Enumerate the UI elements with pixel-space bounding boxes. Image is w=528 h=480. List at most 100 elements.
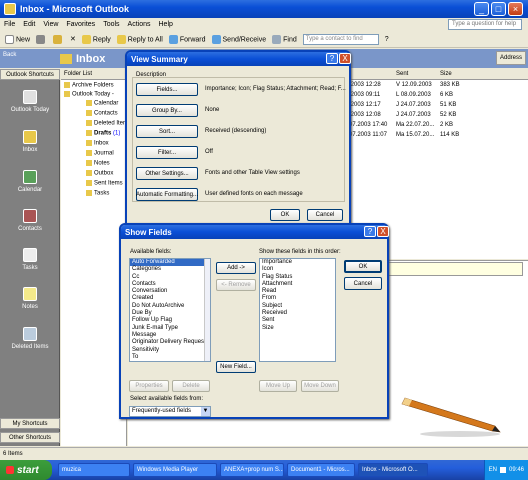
show-fields-help-button[interactable]: ?: [364, 226, 376, 237]
list-item[interactable]: Created: [130, 295, 210, 302]
show-fields-cancel-button[interactable]: Cancel: [344, 277, 382, 290]
view-summary-help-button[interactable]: ?: [326, 53, 338, 64]
table-row[interactable]: .2003 09:11 L 08.09.2003 6 KB: [349, 92, 528, 102]
start-button[interactable]: start: [0, 460, 52, 480]
folder-inbox[interactable]: Inbox: [86, 140, 109, 147]
move-down-button[interactable]: Move Down: [301, 380, 339, 392]
show-fields-close-button[interactable]: X: [377, 226, 389, 237]
other-settings-button[interactable]: Other Settings...: [136, 167, 198, 180]
automatic-formatting-button[interactable]: Automatic Formatting...: [136, 188, 198, 201]
add-button[interactable]: Add ->: [216, 262, 256, 274]
available-fields-scrollbar[interactable]: [204, 259, 210, 361]
folder-sent-items[interactable]: Sent Items: [86, 180, 123, 187]
menu-view[interactable]: View: [43, 21, 58, 28]
taskbar-item-media-player[interactable]: Windows Media Player: [133, 463, 217, 477]
window-title-bar[interactable]: Inbox - Microsoft Outlook: [0, 0, 528, 18]
delete-button[interactable]: ✕: [70, 35, 76, 43]
maximize-button[interactable]: □: [491, 2, 506, 16]
forward-button[interactable]: Forward: [168, 34, 206, 44]
shortcut-calendar[interactable]: Calendar: [0, 170, 60, 193]
move-up-button[interactable]: Move Up: [259, 380, 297, 392]
shortcut-outlook-today[interactable]: Outlook Today: [0, 90, 60, 113]
list-item[interactable]: Size: [260, 325, 335, 332]
column-size[interactable]: Size: [440, 71, 452, 77]
folder-journal[interactable]: Journal: [86, 150, 114, 157]
menu-tools[interactable]: Tools: [103, 21, 119, 28]
list-item[interactable]: Message: [130, 332, 210, 339]
list-item[interactable]: Read: [260, 288, 335, 295]
tray-icon[interactable]: [499, 467, 506, 473]
shortcut-tasks[interactable]: Tasks: [0, 248, 60, 271]
table-row[interactable]: 07.2003 17:40 Ma 22.07.20... 2 KB: [349, 122, 528, 132]
list-item[interactable]: Due By: [130, 310, 210, 317]
list-item[interactable]: Importance: [260, 259, 335, 266]
help-button[interactable]: ?: [385, 36, 389, 43]
sort-button[interactable]: Sort...: [136, 125, 198, 138]
taskbar-item-muzica[interactable]: muzica: [58, 463, 130, 477]
list-item[interactable]: Icon: [260, 266, 335, 273]
shortcut-deleted-items[interactable]: Deleted Items: [0, 327, 60, 350]
reply-all-button[interactable]: Reply to All: [116, 34, 163, 44]
minimize-button[interactable]: _: [474, 2, 489, 16]
menu-file[interactable]: File: [4, 21, 15, 28]
folder-contacts[interactable]: Contacts: [86, 110, 118, 117]
list-item[interactable]: Originator Delivery Requeste: [130, 339, 210, 346]
list-item[interactable]: Sensitivity: [130, 347, 210, 354]
send-receive-button[interactable]: Send/Receive: [211, 34, 266, 44]
print-button[interactable]: [36, 34, 47, 44]
view-summary-cancel-button[interactable]: Cancel: [307, 209, 343, 221]
list-item[interactable]: Attachment: [260, 281, 335, 288]
list-item[interactable]: Cc: [130, 274, 210, 281]
folder-outlook-today[interactable]: Outlook Today -: [64, 91, 114, 98]
fields-button[interactable]: Fields...: [136, 83, 198, 96]
list-item[interactable]: Received: [260, 310, 335, 317]
menu-help[interactable]: Help: [159, 21, 173, 28]
list-item[interactable]: Do Not AutoArchive: [130, 303, 210, 310]
list-item[interactable]: Subject: [260, 303, 335, 310]
list-item[interactable]: Flag Status: [260, 274, 335, 281]
remove-button[interactable]: <- Remove: [216, 279, 256, 291]
list-item[interactable]: Contacts: [130, 281, 210, 288]
menu-favorites[interactable]: Favorites: [66, 21, 95, 28]
back-button[interactable]: Back: [3, 52, 16, 58]
shortcut-notes[interactable]: Notes: [0, 287, 60, 310]
address-book-button[interactable]: Address: [496, 51, 526, 65]
view-summary-ok-button[interactable]: OK: [270, 209, 300, 221]
properties-button[interactable]: Properties: [129, 380, 169, 392]
folder-drafts[interactable]: Drafts (1): [86, 130, 120, 137]
language-indicator[interactable]: EN: [489, 467, 497, 473]
folder-tasks[interactable]: Tasks: [86, 190, 109, 197]
list-item[interactable]: From: [260, 295, 335, 302]
shown-fields-list[interactable]: Importance Icon Flag Status Attachment R…: [259, 258, 336, 362]
menu-actions[interactable]: Actions: [128, 21, 151, 28]
field-source-select[interactable]: Frequently-used fields ▼: [129, 406, 211, 417]
table-row[interactable]: .2003 12:17 J 24.07.2003 51 KB: [349, 102, 528, 112]
folder-archive-folders[interactable]: Archive Folders: [64, 82, 114, 89]
list-item[interactable]: Categories: [130, 266, 210, 273]
new-field-button[interactable]: New Field...: [216, 361, 256, 373]
folder-outbox[interactable]: Outbox: [86, 170, 113, 177]
other-shortcuts-button[interactable]: Other Shortcuts: [0, 432, 60, 443]
show-fields-ok-button[interactable]: OK: [344, 260, 382, 273]
find-button[interactable]: Find: [272, 34, 297, 44]
table-row[interactable]: .2003 12:08 J 24.07.2003 52 KB: [349, 112, 528, 122]
outlook-shortcuts-header[interactable]: Outlook Shortcuts: [0, 69, 60, 80]
column-sent[interactable]: Sent: [396, 71, 408, 77]
show-fields-title-bar[interactable]: Show Fields: [121, 225, 387, 239]
shortcut-inbox[interactable]: Inbox: [0, 130, 60, 153]
taskbar-item-inbox[interactable]: Inbox - Microsoft O...: [358, 463, 428, 477]
list-item[interactable]: Auto Forwarded: [130, 259, 210, 267]
help-search-box[interactable]: Type a question for help: [448, 19, 522, 30]
menu-edit[interactable]: Edit: [23, 21, 35, 28]
table-row[interactable]: .2003 12:28 V 12.09.2003 383 KB: [349, 82, 528, 92]
taskbar-item-document1[interactable]: Document1 - Micros...: [287, 463, 355, 477]
close-button[interactable]: ×: [508, 2, 523, 16]
list-item[interactable]: Sent: [260, 317, 335, 324]
new-button[interactable]: New: [5, 34, 30, 44]
move-button[interactable]: [53, 34, 64, 44]
available-fields-list[interactable]: Auto Forwarded Categories Cc Contacts Co…: [129, 258, 211, 362]
reply-button[interactable]: Reply: [81, 34, 111, 44]
group-by-button[interactable]: Group By...: [136, 104, 198, 117]
filter-button[interactable]: Filter...: [136, 146, 198, 159]
contact-search-box[interactable]: Type a contact to find: [302, 33, 379, 45]
